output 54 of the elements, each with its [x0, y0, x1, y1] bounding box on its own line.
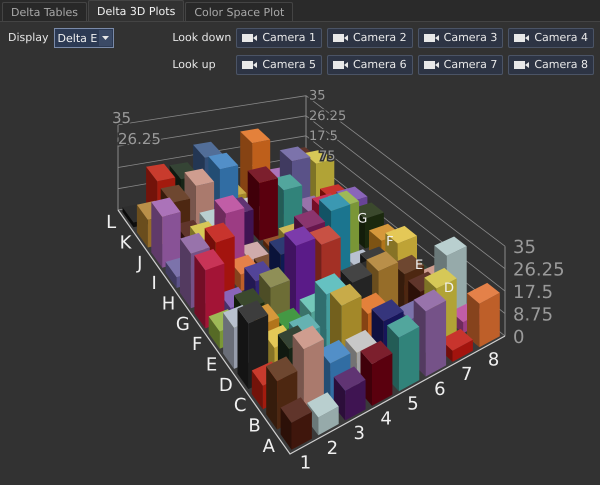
camera-button[interactable]: Camera 6: [326, 54, 413, 75]
column-axis-label: 4: [380, 408, 392, 430]
row-axis-label: A: [262, 436, 275, 457]
camera-button[interactable]: Camera 4: [508, 28, 594, 48]
camera-button[interactable]: Camera 3: [418, 28, 504, 48]
z-axis-tick-label: 35: [309, 88, 326, 104]
tab[interactable]: Delta 3D Plots: [88, 0, 184, 22]
row-axis-label: D: [218, 374, 233, 396]
z-axis-tick-label: 35: [112, 108, 132, 127]
column-axis-label: 7: [460, 364, 472, 386]
row-axis-label: D: [444, 281, 454, 296]
column-axis-label: 1: [300, 452, 312, 474]
row-axis-label: H: [162, 294, 176, 314]
camera-row-label: Look up: [172, 56, 217, 73]
video-camera-icon: [514, 34, 530, 42]
tab[interactable]: Delta Tables: [2, 2, 88, 22]
z-axis-tick-label: 17.5: [513, 282, 554, 304]
row-axis-label: G: [176, 314, 190, 335]
display-dropdown[interactable]: Delta E: [54, 28, 114, 48]
row-axis-label: C: [234, 395, 246, 416]
row-axis-label: F: [386, 234, 394, 250]
camera-button[interactable]: Camera 2: [326, 28, 413, 48]
camera-button[interactable]: Camera 8: [508, 54, 594, 75]
column-axis-label: 8: [488, 349, 500, 370]
row-axis-label: I: [152, 273, 157, 294]
row-axis-label: K: [120, 232, 132, 254]
row-axis-label: L: [106, 212, 116, 234]
display-label: Display: [8, 30, 49, 46]
row-axis-label: B: [248, 416, 261, 436]
row-axis-label: F: [192, 334, 202, 356]
video-camera-icon: [424, 60, 440, 69]
row-axis-label: J: [137, 252, 142, 274]
row-axis-label: G: [357, 211, 368, 226]
camera-button[interactable]: Camera 5: [236, 54, 322, 75]
video-camera-icon: [514, 60, 530, 69]
z-axis-tick-label: 35: [513, 237, 536, 258]
video-camera-icon: [242, 60, 258, 69]
column-axis-label: 3: [353, 423, 365, 444]
video-camera-icon: [332, 34, 349, 42]
video-camera-icon: [424, 34, 440, 42]
row-axis-label: E: [415, 258, 424, 273]
z-axis-tick-label: 0: [513, 327, 524, 348]
row-axis-label: E: [206, 354, 218, 376]
camera-button[interactable]: Camera 1: [236, 28, 322, 48]
video-camera-icon: [332, 60, 349, 69]
tab[interactable]: Color Space Plot: [185, 2, 294, 22]
column-axis-label: 5: [407, 394, 419, 415]
video-camera-icon: [242, 34, 258, 42]
camera-row-label: Look down: [172, 30, 232, 46]
column-axis-label: 2: [326, 438, 338, 459]
z-axis-tick-label: 8.75: [513, 304, 554, 326]
camera-button[interactable]: Camera 7: [418, 54, 504, 75]
column-axis-label: 6: [434, 378, 446, 400]
z-axis-tick-label: 26.25: [513, 260, 565, 281]
